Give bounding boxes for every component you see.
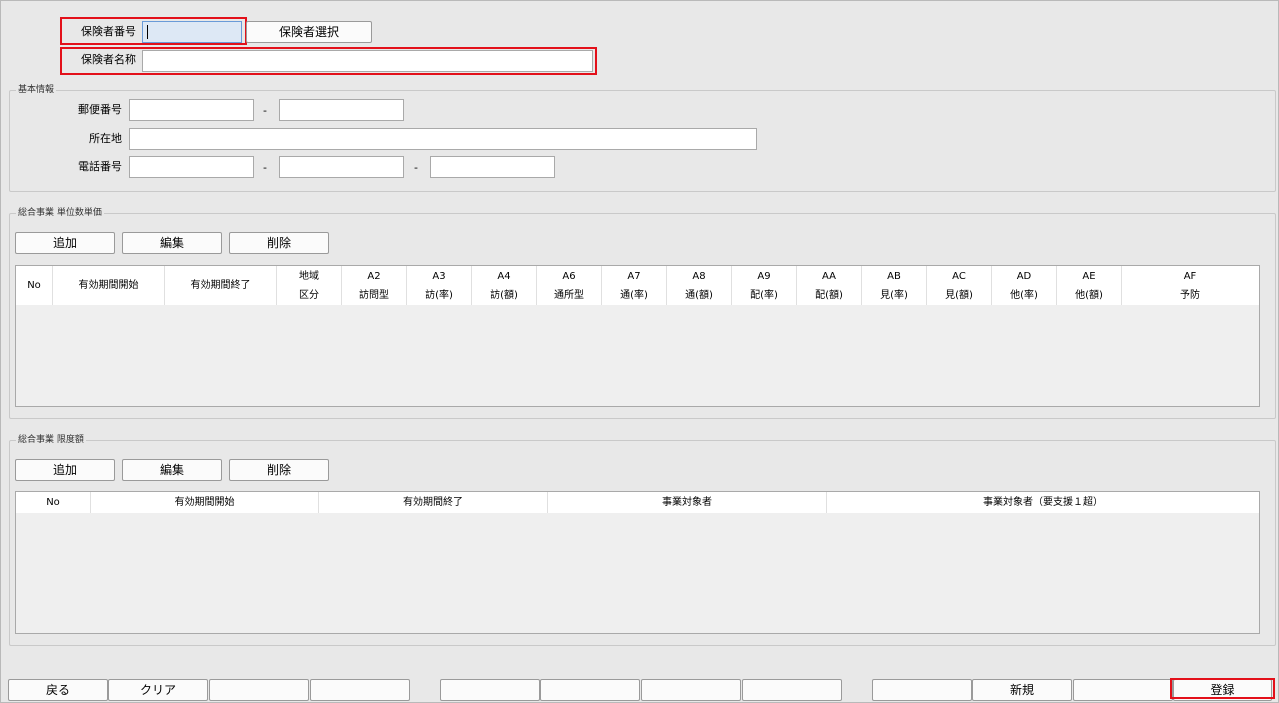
col-a2: A2 訪問型	[342, 266, 407, 305]
col-ac: AC 見(額)	[927, 266, 992, 305]
unit-price-grid[interactable]: No 有効期間開始 有効期間終了 地域 区分 A2 訪問型 A3 訪(率) A4 訪(額…	[15, 265, 1260, 407]
phone-separator-2: -	[414, 161, 418, 174]
function-button-8[interactable]	[742, 679, 842, 701]
phone-3-input[interactable]	[430, 156, 555, 178]
phone-1-input[interactable]	[129, 156, 254, 178]
limit-delete-button[interactable]: 削除	[229, 459, 329, 481]
col-ad: AD 他(率)	[992, 266, 1057, 305]
function-button-7[interactable]	[641, 679, 741, 701]
col-af: AF 予防	[1180, 270, 1200, 301]
insurer-select-button[interactable]: 保険者選択	[246, 21, 372, 43]
limit-col-target: 事業対象者	[548, 492, 827, 513]
insurer-number-highlight	[60, 17, 247, 45]
col-a3: A3 訪(率)	[407, 266, 472, 305]
phone-label: 電話番号	[78, 160, 122, 173]
col-a8: A8 通(額)	[667, 266, 732, 305]
function-button-3[interactable]	[209, 679, 309, 701]
function-button-11[interactable]	[1073, 679, 1173, 701]
postal-separator: -	[263, 104, 267, 117]
limit-col-valid-start: 有効期間開始	[91, 492, 319, 513]
postal-code-1-input[interactable]	[129, 99, 254, 121]
register-highlight	[1170, 678, 1275, 699]
postal-label: 郵便番号	[78, 103, 122, 116]
insurer-name-highlight	[60, 47, 597, 75]
col-a6: A6 通所型	[537, 266, 602, 305]
unit-price-add-button[interactable]: 追加	[15, 232, 115, 254]
limit-col-target-support: 事業対象者（要支援１超）	[983, 497, 1103, 508]
limit-grid-header: No 有効期間開始 有効期間終了 事業対象者 事業対象者（要支援１超）	[16, 492, 1259, 513]
new-button[interactable]: 新規	[972, 679, 1072, 701]
col-ae: AE 他(額)	[1057, 266, 1122, 305]
col-aa: AA 配(額)	[797, 266, 862, 305]
col-a4: A4 訪(額)	[472, 266, 537, 305]
postal-code-2-input[interactable]	[279, 99, 404, 121]
function-button-6[interactable]	[540, 679, 640, 701]
address-label: 所在地	[89, 132, 122, 145]
limit-col-valid-end: 有効期間終了	[319, 492, 548, 513]
unit-price-grid-header: No 有効期間開始 有効期間終了 地域 区分 A2 訪問型 A3 訪(率) A4 訪(額…	[16, 266, 1259, 305]
col-valid-end: 有効期間終了	[165, 266, 277, 305]
col-a9: A9 配(率)	[732, 266, 797, 305]
col-valid-start: 有効期間開始	[53, 266, 165, 305]
function-button-5[interactable]	[440, 679, 540, 701]
function-button-9[interactable]	[872, 679, 972, 701]
phone-2-input[interactable]	[279, 156, 404, 178]
col-a7: A7 通(率)	[602, 266, 667, 305]
limit-edit-button[interactable]: 編集	[122, 459, 222, 481]
unit-price-edit-button[interactable]: 編集	[122, 232, 222, 254]
limit-col-no: No	[16, 492, 91, 513]
limit-title: 総合事業 限度額	[16, 434, 86, 446]
limit-add-button[interactable]: 追加	[15, 459, 115, 481]
phone-separator-1: -	[263, 161, 267, 174]
function-button-4[interactable]	[310, 679, 410, 701]
basic-info-title: 基本情報	[16, 84, 57, 96]
limit-grid[interactable]: No 有効期間開始 有効期間終了 事業対象者 事業対象者（要支援１超）	[15, 491, 1260, 634]
clear-button[interactable]: クリア	[108, 679, 208, 701]
unit-price-title: 総合事業 単位数単価	[16, 207, 104, 219]
back-button[interactable]: 戻る	[8, 679, 108, 701]
col-ab: AB 見(率)	[862, 266, 927, 305]
address-input[interactable]	[129, 128, 757, 150]
unit-price-delete-button[interactable]: 削除	[229, 232, 329, 254]
col-no: No	[16, 266, 53, 305]
col-region: 地域 区分	[277, 266, 342, 305]
